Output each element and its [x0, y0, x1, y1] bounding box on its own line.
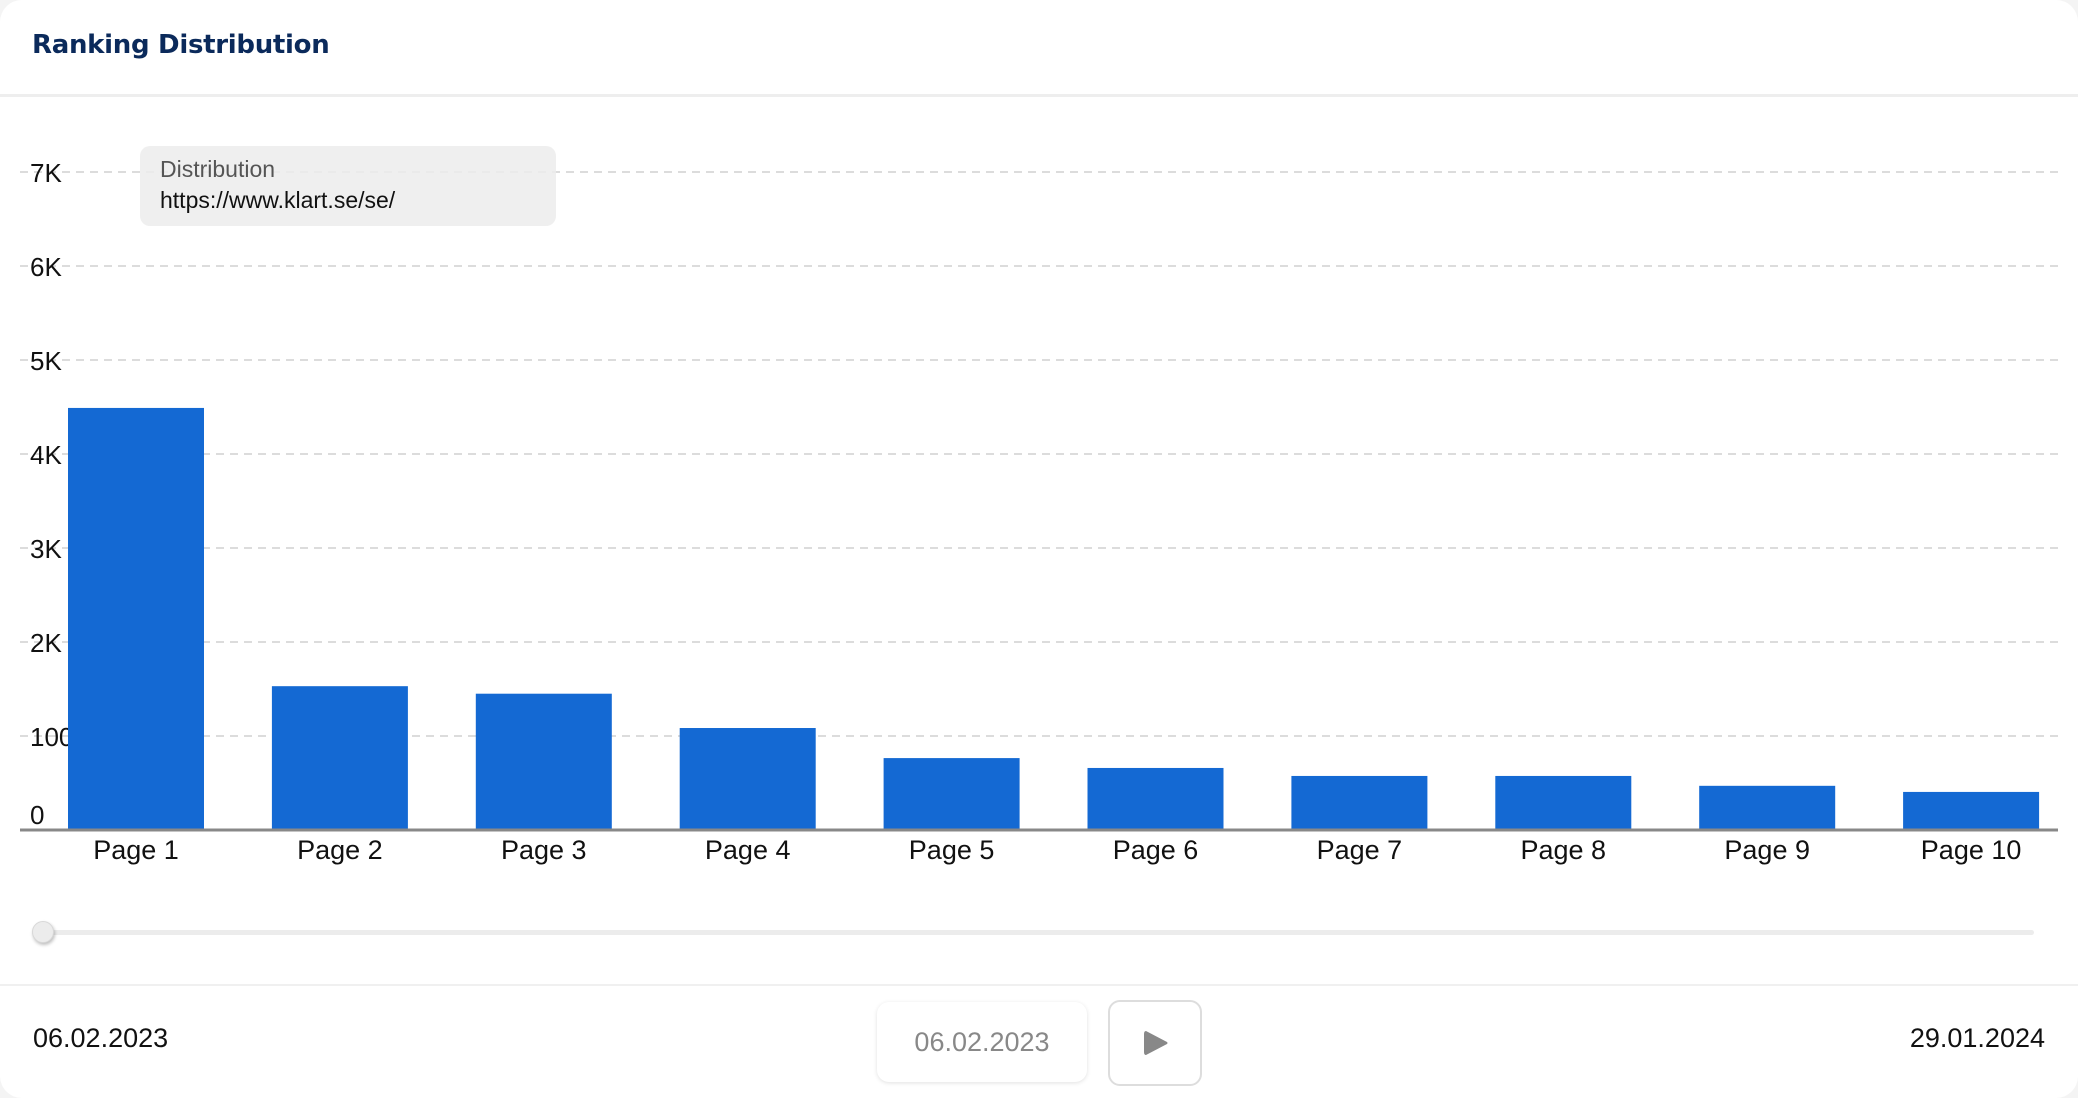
y-tick-label: 6K	[30, 252, 62, 282]
y-tick-label: 3K	[30, 534, 62, 564]
chart-tooltip: Distribution https://www.klart.se/se/	[140, 146, 556, 226]
x-tick-label: Page 5	[909, 835, 995, 865]
bar-page-6[interactable]	[1087, 767, 1224, 830]
bar-page-4[interactable]	[679, 728, 816, 830]
timeline-end-date: 29.01.2024	[1909, 1023, 2045, 1053]
bar-page-5[interactable]	[883, 758, 1020, 830]
y-tick-label: 2K	[30, 628, 62, 658]
bar-page-1[interactable]	[68, 407, 204, 830]
x-tick-label: Page 8	[1521, 835, 1607, 865]
play-icon	[1144, 1031, 1168, 1055]
card-header: Ranking Distribution	[0, 0, 2078, 97]
y-tick-label: 0	[30, 800, 44, 830]
x-axis-labels: Page 1 Page 2 Page 3 Page 4 Page 5 Page 6 Page…	[93, 835, 2021, 865]
bar-page-9[interactable]	[1699, 785, 1836, 830]
y-tick-label: 7K	[30, 158, 62, 188]
timeline-slider-thumb[interactable]	[32, 921, 54, 943]
card-title: Ranking Distribution	[32, 30, 330, 60]
y-tick-label: 5K	[30, 346, 62, 376]
x-tick-label: Page 10	[1921, 835, 2022, 865]
y-tick-label: 4K	[30, 440, 62, 470]
footer-divider	[0, 984, 2078, 986]
tooltip-url: https://www.klart.se/se/	[160, 187, 396, 213]
tooltip-series-label: Distribution	[160, 156, 276, 182]
x-tick-label: Page 3	[501, 835, 587, 865]
bar-page-7[interactable]	[1291, 775, 1428, 830]
x-tick-label: Page 7	[1317, 835, 1403, 865]
bar-page-2[interactable]	[271, 686, 408, 830]
x-tick-label: Page 1	[93, 835, 179, 865]
current-date-display: 06.02.2023	[877, 1002, 1087, 1082]
bar-page-8[interactable]	[1495, 775, 1632, 830]
x-tick-label: Page 9	[1724, 835, 1810, 865]
ranking-distribution-card: Ranking Distribution 0 1000 2K 3K 4K 5K 6K 7K P…	[0, 0, 2078, 1098]
grid-lines	[20, 171, 2058, 737]
play-button[interactable]	[1108, 1000, 1202, 1086]
timeline-start-date: 06.02.2023	[33, 1023, 169, 1053]
timeline-slider-track[interactable]	[42, 930, 2034, 935]
bar-page-3[interactable]	[475, 693, 612, 830]
x-tick-label: Page 6	[1113, 835, 1199, 865]
bar-page-10[interactable]	[1903, 791, 2040, 830]
x-tick-label: Page 4	[705, 835, 791, 865]
bars	[68, 407, 2040, 830]
x-tick-label: Page 2	[297, 835, 383, 865]
